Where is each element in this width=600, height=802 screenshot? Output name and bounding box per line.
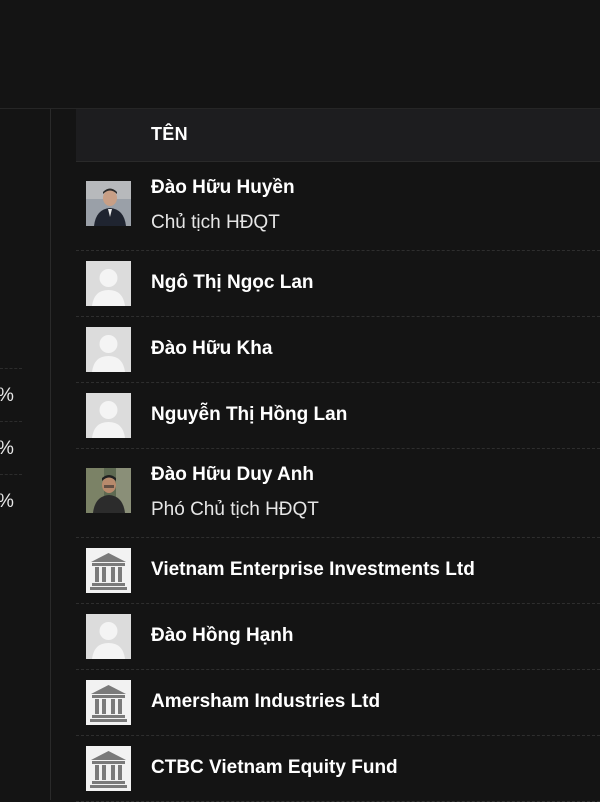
table-header: TÊN [76, 109, 600, 162]
row-name[interactable]: Vietnam Enterprise Investments Ltd [151, 559, 475, 581]
table-row[interactable]: Đào Hồng Hạnh [76, 604, 600, 670]
row-name[interactable]: Ngô Thị Ngọc Lan [151, 272, 314, 294]
percent-cell: % [0, 474, 22, 528]
row-name[interactable]: Đào Hữu Huyền [151, 177, 295, 199]
row-name[interactable]: Amersham Industries Ltd [151, 691, 380, 713]
table-row[interactable]: Đào Hữu Kha [76, 317, 600, 383]
table-row[interactable]: CTBC Vietnam Equity Fund [76, 736, 600, 802]
avatar [86, 393, 131, 438]
row-role: Chủ tịch HĐQT [151, 212, 280, 233]
row-name[interactable]: CTBC Vietnam Equity Fund [151, 757, 398, 779]
avatar [86, 468, 131, 513]
avatar [86, 327, 131, 372]
avatar [86, 181, 131, 226]
person-photo-icon [86, 468, 131, 513]
table-row[interactable]: Đào Hữu Huyền Chủ tịch HĐQT [76, 162, 600, 251]
table-row[interactable]: Vietnam Enterprise Investments Ltd [76, 538, 600, 604]
person-placeholder-icon [86, 327, 131, 372]
person-photo-icon [86, 181, 131, 226]
avatar [86, 261, 131, 306]
institution-icon [86, 548, 131, 593]
avatar [86, 614, 131, 659]
person-placeholder-icon [86, 393, 131, 438]
avatar [86, 548, 131, 593]
avatar [86, 680, 131, 725]
table-row[interactable]: Nguyễn Thị Hồng Lan [76, 383, 600, 449]
person-placeholder-icon [86, 261, 131, 306]
table-row[interactable]: Amersham Industries Ltd [76, 670, 600, 736]
row-name[interactable]: Đào Hữu Kha [151, 338, 272, 360]
shareholder-table: TÊN Đào Hữu Huyền Chủ tịch HĐQT Ngô Thị [76, 109, 600, 802]
avatar [86, 746, 131, 791]
row-name[interactable]: Nguyễn Thị Hồng Lan [151, 404, 347, 426]
column-header-name[interactable]: TÊN [151, 109, 188, 159]
table-row[interactable]: Ngô Thị Ngọc Lan [76, 251, 600, 317]
institution-icon [86, 680, 131, 725]
percent-cell: % [0, 421, 22, 475]
left-panel-partial: % % % [0, 109, 51, 800]
top-bar [0, 0, 600, 109]
percent-cell: % [0, 368, 22, 422]
row-role: Phó Chủ tịch HĐQT [151, 499, 319, 520]
person-placeholder-icon [86, 614, 131, 659]
row-name[interactable]: Đào Hữu Duy Anh [151, 464, 314, 486]
row-name[interactable]: Đào Hồng Hạnh [151, 625, 294, 647]
table-row[interactable]: Đào Hữu Duy Anh Phó Chủ tịch HĐQT [76, 449, 600, 538]
institution-icon [86, 746, 131, 791]
